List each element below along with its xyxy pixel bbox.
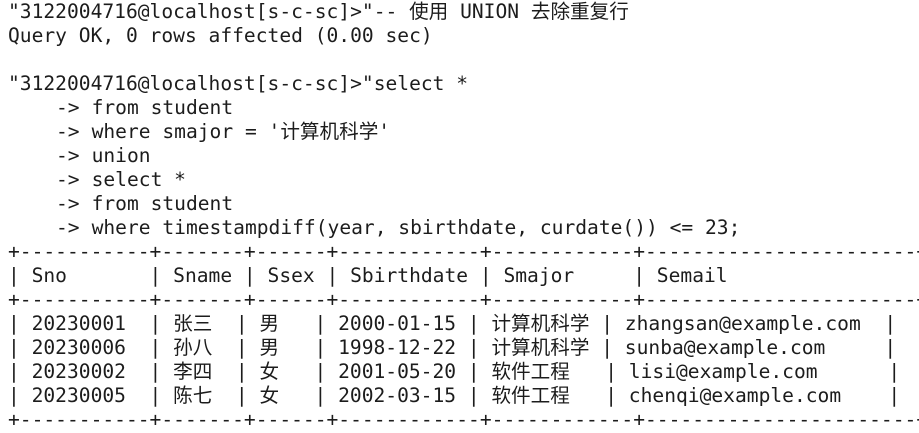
continuation-line: -> from student bbox=[8, 96, 919, 120]
table-row: | 20230001 | 张三 | 男 | 2000-01-15 | 计算机科学… bbox=[8, 312, 897, 335]
select-command-line: "3122004716@localhost[s-c-sc]>"select * bbox=[8, 72, 919, 96]
table-header: | Sno | Sname | Ssex | Sbirthdate | Smaj… bbox=[8, 264, 919, 287]
table-border-bottom: +-----------+-------+------+------------… bbox=[8, 408, 919, 431]
terminal-window[interactable]: "3122004716@localhost[s-c-sc]>"-- 使用 UNI… bbox=[0, 0, 919, 433]
continuation-line: -> select * bbox=[8, 168, 919, 192]
sql-line: union bbox=[91, 144, 151, 167]
table-row: | 20230002 | 李四 | 女 | 2001-05-20 | 软件工程 … bbox=[8, 360, 901, 383]
sql-line: from student bbox=[91, 192, 234, 215]
query-result-message: Query OK, 0 rows affected (0.00 sec) bbox=[8, 24, 433, 47]
continuation-marker: -> bbox=[56, 216, 80, 239]
sql-comment-command: -- 使用 UNION 去除重复行 bbox=[373, 0, 629, 23]
shell-prompt: "3122004716@localhost[s-c-sc]>" bbox=[8, 72, 374, 95]
sql-line: where smajor = '计算机科学' bbox=[91, 120, 391, 143]
continuation-line: -> union bbox=[8, 144, 919, 168]
continuation-marker: -> bbox=[56, 168, 80, 191]
continuation-marker: -> bbox=[56, 192, 80, 215]
shell-prompt: "3122004716@localhost[s-c-sc]>" bbox=[8, 0, 374, 23]
table-row: | 20230006 | 孙八 | 男 | 1998-12-22 | 计算机科学… bbox=[8, 336, 897, 359]
sql-line: where timestampdiff(year, sbirthdate, cu… bbox=[91, 216, 741, 239]
comment-command-line: "3122004716@localhost[s-c-sc]>"-- 使用 UNI… bbox=[8, 0, 919, 24]
sql-line: from student bbox=[91, 96, 234, 119]
continuation-line: -> where timestampdiff(year, sbirthdate, … bbox=[8, 216, 919, 240]
sql-line: select * bbox=[91, 168, 186, 191]
table-border-top: +-----------+-------+------+------------… bbox=[8, 240, 919, 263]
continuation-marker: -> bbox=[56, 144, 80, 167]
continuation-marker: -> bbox=[56, 120, 80, 143]
table-row: | 20230005 | 陈七 | 女 | 2002-03-15 | 软件工程 … bbox=[8, 384, 901, 407]
continuation-line: -> where smajor = '计算机科学' bbox=[8, 120, 919, 144]
sql-select-first-line: select * bbox=[373, 72, 469, 95]
continuation-line: -> from student bbox=[8, 192, 919, 216]
continuation-marker: -> bbox=[56, 96, 80, 119]
table-border-mid: +-----------+-------+------+------------… bbox=[8, 288, 919, 311]
